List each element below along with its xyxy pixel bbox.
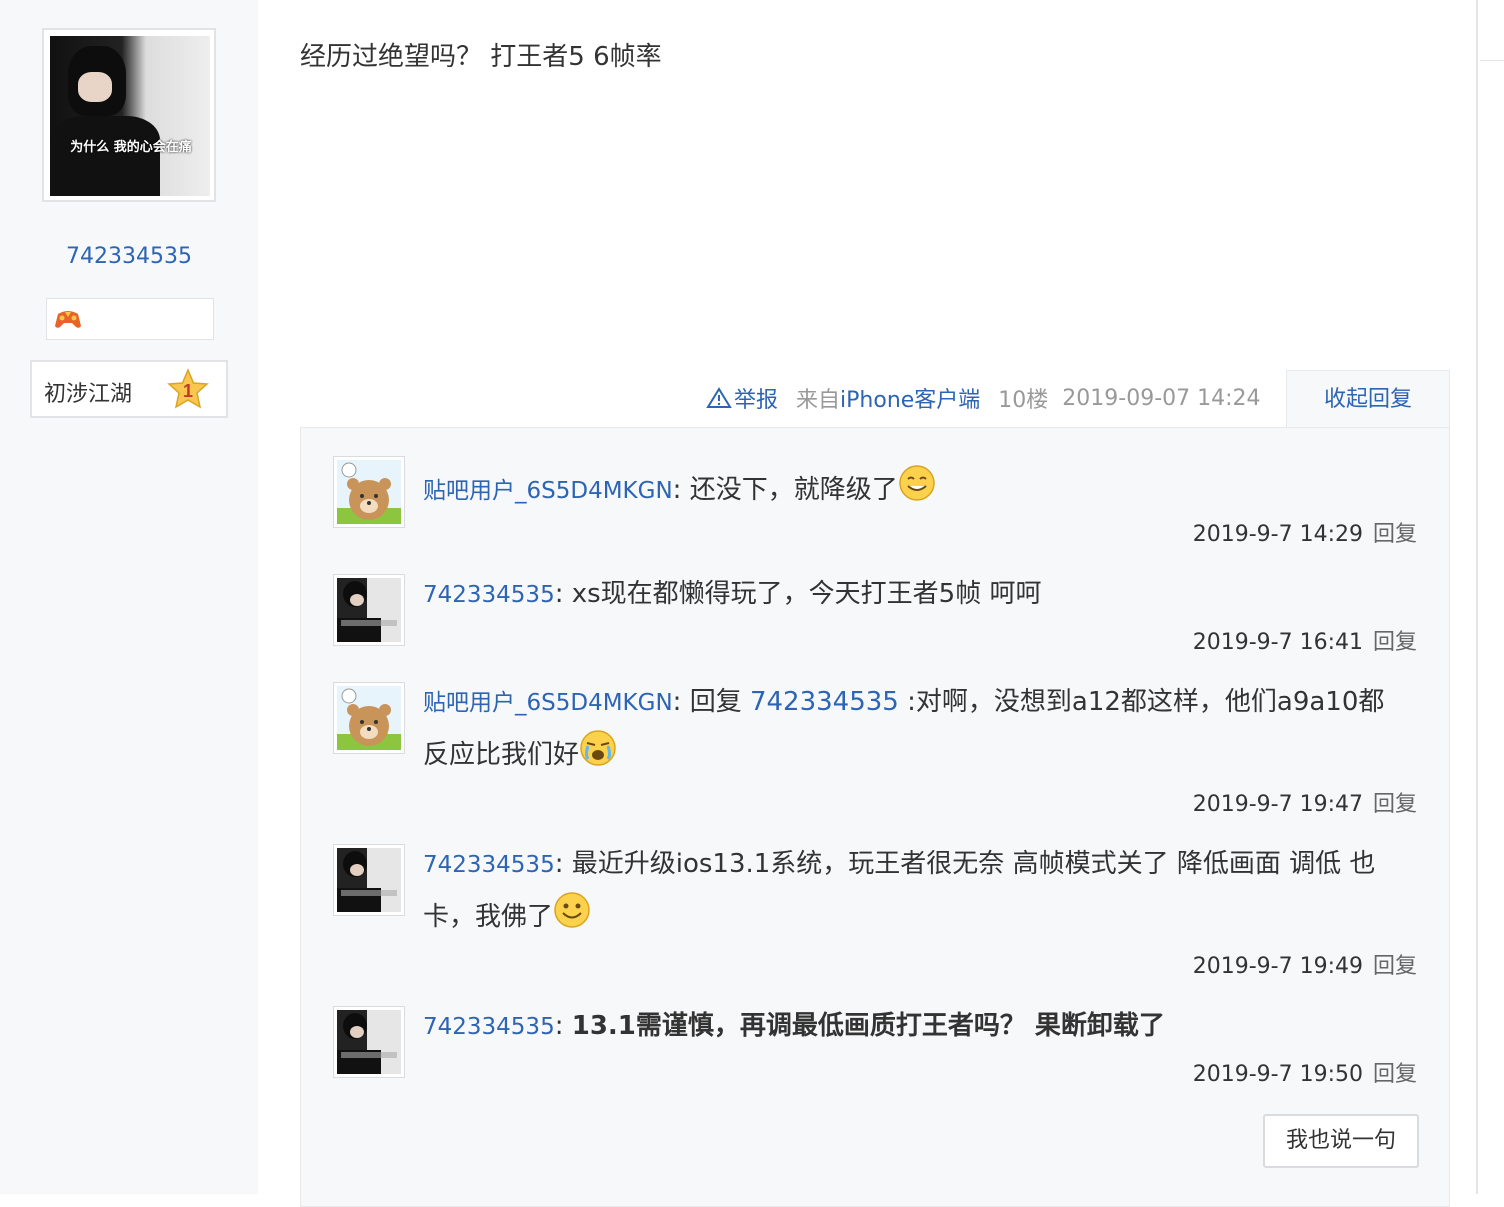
say-something-button[interactable]: 我也说一句 [1263,1114,1419,1168]
boy-avatar-icon [337,578,401,642]
reply-list: 贴吧用户_6S5D4MKGN: 还没下，就降级了 2019-9-7 14:29 回… [300,427,1450,1207]
reply-meta: 2019-9-7 14:29 回复 [1193,516,1417,548]
cry-emoji-icon [580,730,616,766]
client-prefix: 来自 [796,388,841,413]
reply-time: 2019-9-7 16:41 [1192,630,1363,655]
reply-meta: 2019-9-7 19:50 回复 [1193,1056,1417,1088]
reply-meta: 2019-9-7 16:41 回复 [1193,624,1417,656]
avatar-image: 为什么 我的心会在痛 [50,36,210,196]
reply-text: 742334535: 13.1需谨慎，再调最低画质打王者吗？ 果断卸载了 [423,1011,1165,1041]
reply-text: 742334535: 最近升级ios13.1系统，玩王者很无奈 高帧模式关了 降… [423,849,1376,932]
reply-button[interactable]: 回复 [1373,954,1417,979]
reply-prefix: 回复 [689,687,750,717]
report-label: 举报 [734,388,779,413]
reply-time: 2019-9-7 19:47 [1192,792,1363,817]
boy-avatar-icon [337,848,401,912]
avatar-caption: 为什么 我的心会在痛 [70,140,192,155]
level-box[interactable]: 初涉江湖 1 [30,360,228,418]
reply-avatar[interactable] [333,574,405,646]
grin-emoji-icon [898,465,935,501]
reply-time: 2019-9-7 19:50 [1192,1062,1363,1087]
client-link[interactable]: iPhone客户端 [840,388,980,413]
author-sidebar: 为什么 我的心会在痛 742334535 初涉江湖 1 [0,0,258,1194]
boy-avatar-icon [337,1010,401,1074]
reply-username[interactable]: 742334535 [423,852,555,878]
warning-icon [706,387,732,408]
report-button[interactable]: 举报 [706,382,778,414]
reply-username[interactable]: 742334535 [423,1014,555,1040]
reply-username[interactable]: 贴吧用户_6S5D4MKGN [423,478,673,504]
reply-username[interactable]: 742334535 [423,582,555,608]
divider [1480,60,1504,61]
reply-text: 贴吧用户_6S5D4MKGN: 还没下，就降级了 [423,464,1413,517]
bear-avatar-icon [337,686,401,750]
collapse-replies-button[interactable]: 收起回复 [1286,370,1450,428]
reply-avatar[interactable] [333,1006,405,1078]
post-datetime: 2019-09-07 14:24 [1062,385,1261,411]
reply-time: 2019-9-7 14:29 [1192,522,1363,547]
reply-text: 贴吧用户_6S5D4MKGN: 回复 742334535 :对啊，没想到a12都… [423,687,1385,770]
reply-avatar[interactable] [333,682,405,754]
reply-content-line2: 卡，我佛了 [423,902,554,932]
reply-time: 2019-9-7 19:49 [1192,954,1363,979]
bear-avatar-icon [337,460,401,524]
level-number: 1 [183,381,193,401]
reply-content: :对啊，没想到a12都这样，他们a9a10都 [898,687,1385,717]
reply-content: 最近升级ios13.1系统，玩王者很无奈 高帧模式关了 降低画面 调低 也 [571,849,1376,879]
reply-content: 还没下，就降级了 [689,475,898,505]
floor-number: 10楼 [998,388,1049,413]
reply-meta: 2019-9-7 19:49 回复 [1193,948,1417,980]
author-avatar[interactable]: 为什么 我的心会在痛 [42,28,216,202]
reply-button[interactable]: 回复 [1373,630,1417,655]
reply-avatar[interactable] [333,456,405,528]
post-content: 经历过绝望吗？ 打王者5 6帧率 [300,42,662,72]
mention-link[interactable]: 742334535 [750,687,899,717]
reply-content-line2: 反应比我们好 [423,740,580,770]
level-label: 初涉江湖 [44,382,133,407]
client-info: 来自iPhone客户端 [796,382,980,414]
reply-text: 742334535: xs现在都懒得玩了，今天打王者5帧 呵呵 [423,579,1042,609]
reply-avatar[interactable] [333,844,405,916]
reply-username[interactable]: 贴吧用户_6S5D4MKGN [423,690,673,716]
divider [1476,0,1478,1194]
reply-button[interactable]: 回复 [1373,522,1417,547]
game-controller-icon[interactable] [54,308,82,330]
post-meta: 举报 来自iPhone客户端 10楼 2019-09-07 14:24 [706,382,1261,414]
reply-content: xs现在都懒得玩了，今天打王者5帧 呵呵 [571,579,1042,609]
reply-button[interactable]: 回复 [1373,792,1417,817]
reply-button[interactable]: 回复 [1373,1062,1417,1087]
reply-content: 13.1需谨慎，再调最低画质打王者吗？ 果断卸载了 [571,1011,1165,1041]
star-level-icon: 1 [167,368,209,409]
badge-box [46,298,214,340]
reply-meta: 2019-9-7 19:47 回复 [1193,786,1417,818]
author-name-link[interactable]: 742334535 [0,244,258,269]
smile-emoji-icon [554,892,590,928]
